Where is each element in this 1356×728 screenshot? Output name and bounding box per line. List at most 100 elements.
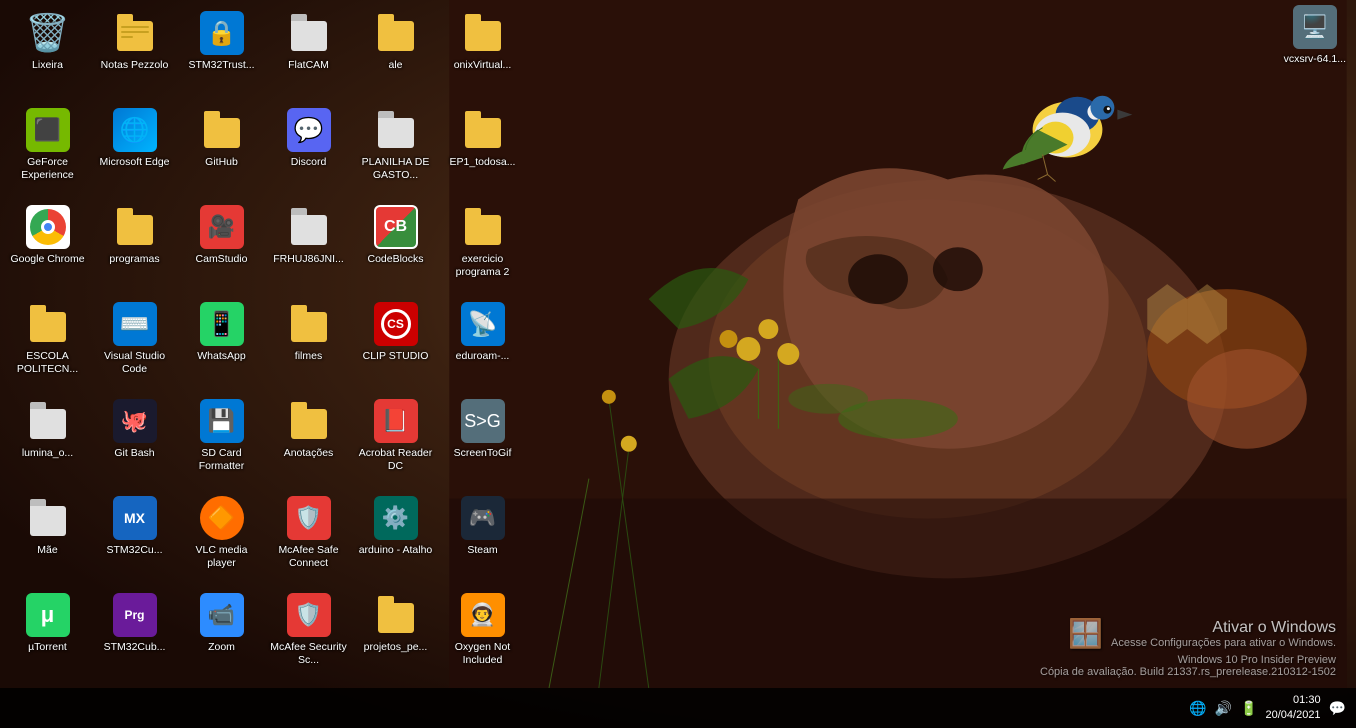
mae-icon (26, 496, 70, 540)
clip-studio-icon: CS (374, 302, 418, 346)
icon-projetos[interactable]: projetos_pe... (353, 587, 438, 682)
onix-icon (461, 11, 505, 55)
icon-programas[interactable]: programas (92, 199, 177, 294)
icon-escola[interactable]: ESCOLA POLITECN... (5, 296, 90, 391)
icon-onix[interactable]: onixVirtual... (440, 5, 525, 100)
icon-ms-edge[interactable]: 🌐 Microsoft Edge (92, 102, 177, 197)
stm32cu-label: STM32Cu... (106, 544, 162, 557)
clip-studio-label: CLIP STUDIO (363, 350, 429, 363)
frhuj-icon (287, 205, 331, 249)
icon-lumina[interactable]: lumina_o... (5, 393, 90, 488)
icon-whatsapp[interactable]: 📱 WhatsApp (179, 296, 264, 391)
icon-filmes[interactable]: filmes (266, 296, 351, 391)
whatsapp-label: WhatsApp (197, 350, 245, 363)
lixeira-icon: 🗑️ (26, 11, 70, 55)
battery-icon[interactable]: 🔋 (1240, 700, 1257, 717)
stm32cu-icon: MX (113, 496, 157, 540)
activate-title: Ativar o Windows (1111, 619, 1336, 637)
utorrent-icon: μ (26, 593, 70, 637)
lixeira-label: Lixeira (32, 59, 63, 72)
windows-watermark: 🪟 Ativar o Windows Acesse Configurações … (1040, 617, 1336, 678)
icon-discord[interactable]: 💬 Discord (266, 102, 351, 197)
screentogif-icon: S>G (461, 399, 505, 443)
whatsapp-icon: 📱 (200, 302, 244, 346)
ep1-label: EP1_todosa... (450, 156, 516, 169)
icon-planilha[interactable]: PLANILHA DE GASTO... (353, 102, 438, 197)
icon-zoom[interactable]: 📹 Zoom (179, 587, 264, 682)
github-label: GitHub (205, 156, 238, 169)
chrome-icon (26, 205, 70, 249)
icon-screentogif[interactable]: S>G ScreenToGif (440, 393, 525, 488)
programas-icon (113, 205, 157, 249)
planilha-label: PLANILHA DE GASTO... (357, 156, 434, 181)
arduino-icon: ⚙️ (374, 496, 418, 540)
icon-lixeira[interactable]: 🗑️ Lixeira (5, 5, 90, 100)
github-icon (200, 108, 244, 152)
utorrent-label: µTorrent (28, 641, 67, 654)
icon-anotacoes[interactable]: Anotações (266, 393, 351, 488)
eduroam-label: eduroam-... (456, 350, 510, 363)
flatcam-label: FlatCAM (288, 59, 329, 72)
top-right-vcxsrv[interactable]: 🖥️ vcxsrv-64.1... (1284, 5, 1346, 66)
icon-codeblocks[interactable]: CB CodeBlocks (353, 199, 438, 294)
icon-ep1[interactable]: EP1_todosa... (440, 102, 525, 197)
icon-ale[interactable]: ale (353, 5, 438, 100)
discord-label: Discord (291, 156, 327, 169)
activate-subtitle: Acesse Configurações para ativar o Windo… (1111, 637, 1336, 649)
notification-icon[interactable]: 💬 (1329, 700, 1346, 717)
icon-camstudio[interactable]: 🎥 CamStudio (179, 199, 264, 294)
icon-steam[interactable]: 🎮 Steam (440, 490, 525, 585)
ep1-icon (461, 108, 505, 152)
icon-mcafee-safe[interactable]: 🛡️ McAfee Safe Connect (266, 490, 351, 585)
icon-oxygen[interactable]: 👨‍🚀 Oxygen Not Included (440, 587, 525, 682)
icon-eduroam[interactable]: 📡 eduroam-... (440, 296, 525, 391)
icon-chrome[interactable]: Google Chrome (5, 199, 90, 294)
icon-mcafee-sec[interactable]: 🛡️ McAfee Security Sc... (266, 587, 351, 682)
exercicio-icon (461, 205, 505, 249)
filmes-label: filmes (295, 350, 322, 363)
icon-utorrent[interactable]: μ µTorrent (5, 587, 90, 682)
icon-vlc[interactable]: 🔶 VLC media player (179, 490, 264, 585)
mae-label: Mãe (37, 544, 57, 557)
notas-icon (113, 11, 157, 55)
icon-github[interactable]: GitHub (179, 102, 264, 197)
icon-exercicio[interactable]: exercicio programa 2 (440, 199, 525, 294)
icon-notas-pezzolo[interactable]: Notas Pezzolo (92, 5, 177, 100)
icon-frhuj[interactable]: FRHUJ86JNI... (266, 199, 351, 294)
ale-icon (374, 11, 418, 55)
taskbar-clock[interactable]: 01:30 20/04/2021 (1266, 693, 1321, 724)
icon-arduino[interactable]: ⚙️ arduino - Atalho (353, 490, 438, 585)
icon-mae[interactable]: Mãe (5, 490, 90, 585)
steam-icon: 🎮 (461, 496, 505, 540)
eduroam-icon: 📡 (461, 302, 505, 346)
windows-logo-icon: 🪟 (1068, 617, 1103, 650)
projetos-label: projetos_pe... (364, 641, 428, 654)
anotacoes-icon (287, 399, 331, 443)
sd-card-label: SD Card Formatter (183, 447, 260, 472)
icon-geforce[interactable]: ⬛ GeForce Experience (5, 102, 90, 197)
speaker-icon[interactable]: 🔊 (1215, 700, 1232, 717)
icon-stm32cub2[interactable]: Prg STM32Cub... (92, 587, 177, 682)
steam-label: Steam (467, 544, 497, 557)
icon-stm32trust[interactable]: 🔒 STM32Trust... (179, 5, 264, 100)
icon-clip-studio[interactable]: CS CLIP STUDIO (353, 296, 438, 391)
vscode-label: Visual Studio Code (96, 350, 173, 375)
icon-git-bash[interactable]: 🐙 Git Bash (92, 393, 177, 488)
escola-label: ESCOLA POLITECN... (9, 350, 86, 375)
icon-sd-card[interactable]: 💾 SD Card Formatter (179, 393, 264, 488)
icon-flatcam[interactable]: FlatCAM (266, 5, 351, 100)
taskbar-right-area: 🌐 🔊 🔋 01:30 20/04/2021 💬 (1179, 688, 1356, 728)
ms-edge-label: Microsoft Edge (99, 156, 169, 169)
mcafee-safe-label: McAfee Safe Connect (270, 544, 347, 569)
icon-acrobat[interactable]: 📕 Acrobat Reader DC (353, 393, 438, 488)
chrome-label: Google Chrome (10, 253, 84, 266)
icon-vscode[interactable]: ⌨️ Visual Studio Code (92, 296, 177, 391)
vlc-label: VLC media player (183, 544, 260, 569)
mcafee-sec-icon: 🛡️ (287, 593, 331, 637)
network-icon[interactable]: 🌐 (1189, 700, 1206, 717)
icon-stm32cu[interactable]: MX STM32Cu... (92, 490, 177, 585)
stm32trust-label: STM32Trust... (188, 59, 254, 72)
lumina-icon (26, 399, 70, 443)
vcxsrv-icon: 🖥️ (1293, 5, 1337, 49)
stm32trust-icon: 🔒 (200, 11, 244, 55)
